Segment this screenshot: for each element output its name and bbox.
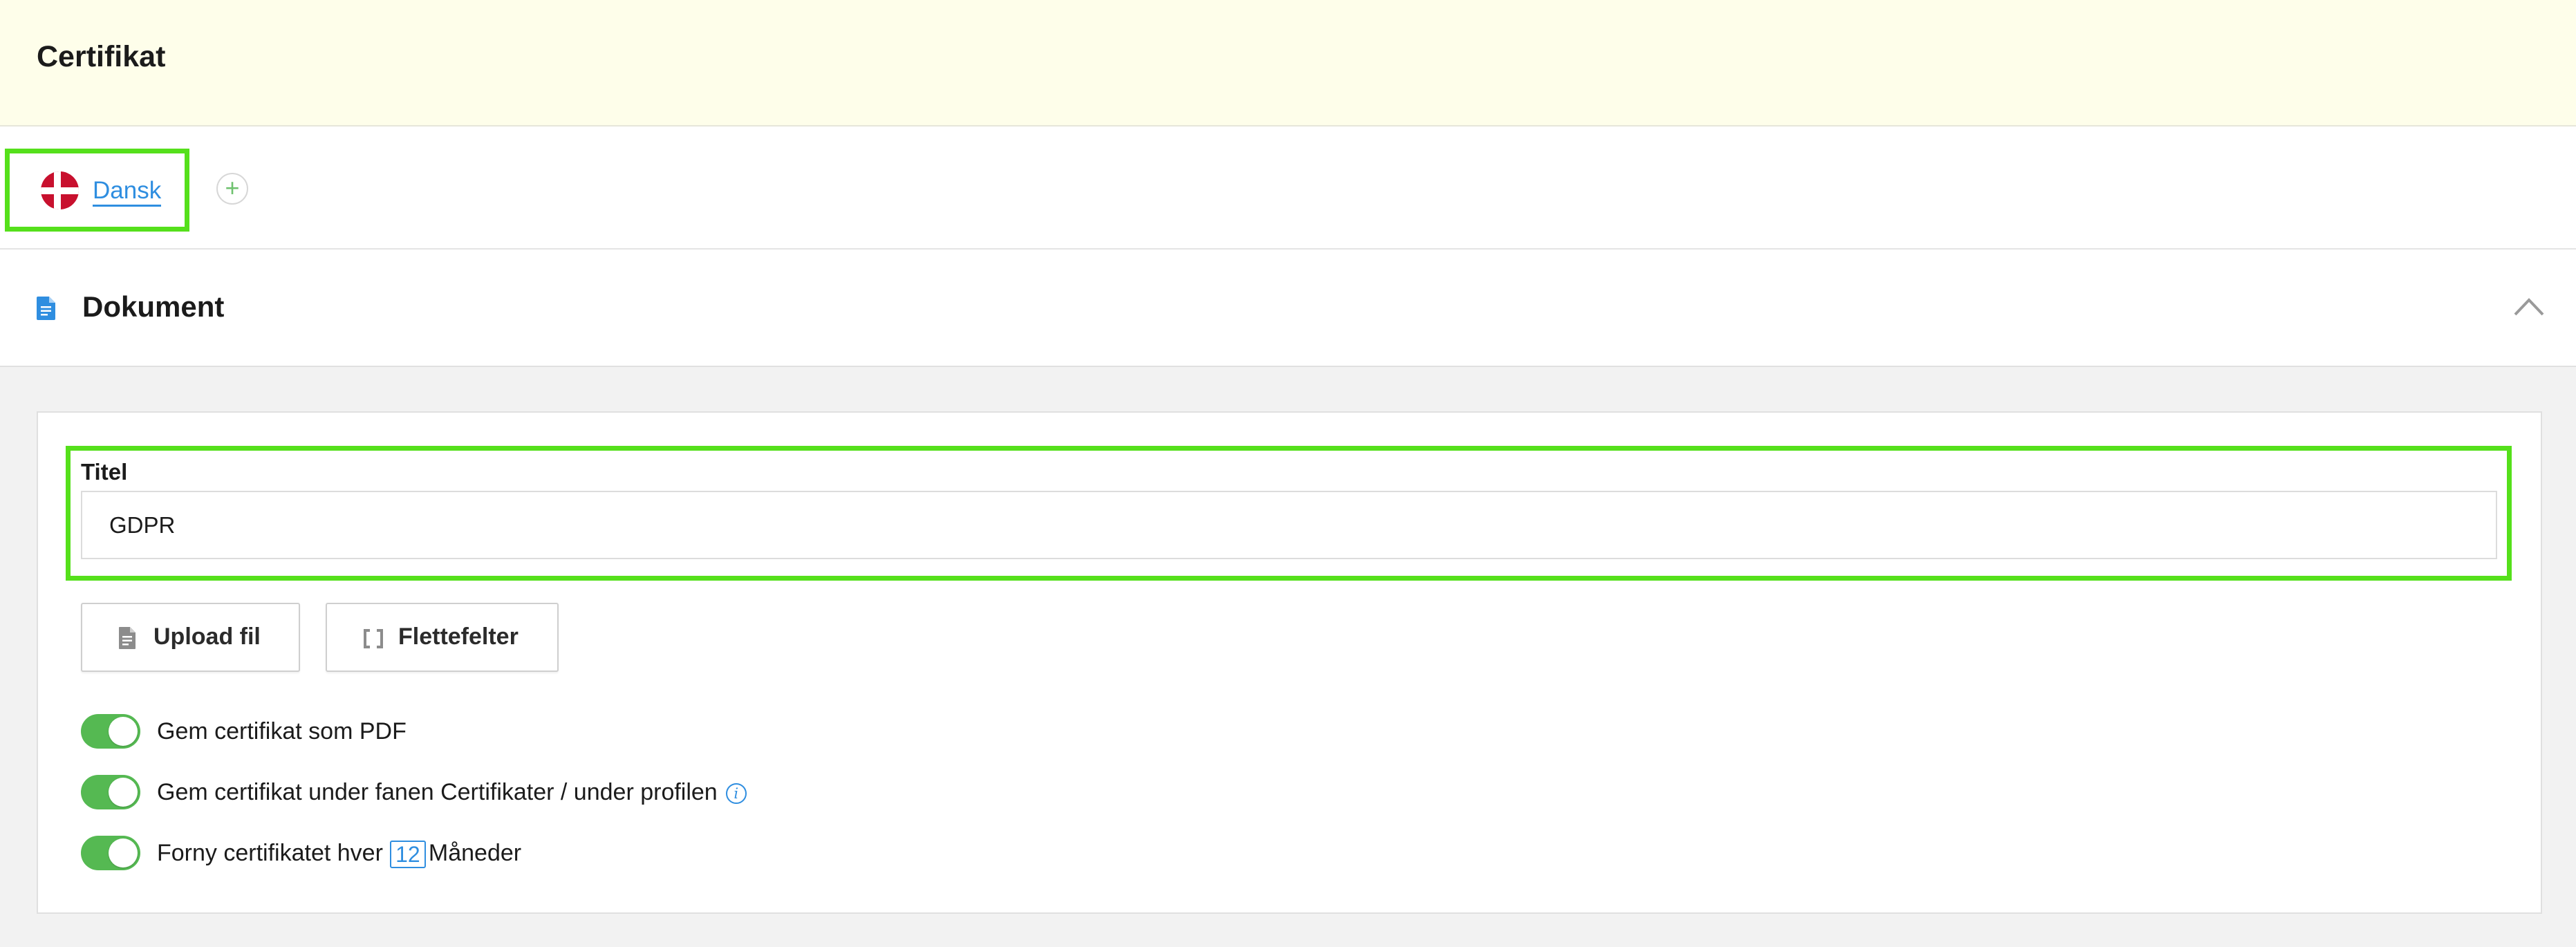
save-under-profile-text: Gem certifikat under fanen Certifikater … (157, 779, 747, 806)
page-header: Certifikat (0, 0, 2576, 126)
save-pdf-label: Gem certifikat som PDF (157, 718, 407, 744)
language-tab-label[interactable]: Dansk (93, 177, 162, 207)
save-under-profile-toggle[interactable] (81, 775, 140, 809)
upload-file-label: Upload fil (153, 623, 261, 650)
brackets-icon (364, 629, 383, 648)
title-label: Titel (81, 459, 128, 485)
merge-fields-button[interactable]: Flettefelter (326, 603, 559, 672)
file-icon (119, 627, 136, 649)
save-under-profile-label: Gem certifikat under fanen Certifikater … (157, 779, 718, 805)
renew-label-before: Forny certifikatet hver (157, 840, 383, 866)
merge-fields-label: Flettefelter (398, 623, 519, 650)
info-icon[interactable]: i (725, 783, 747, 805)
language-tab-danish[interactable]: Dansk (5, 149, 189, 232)
add-language-button[interactable]: + (216, 173, 248, 205)
document-icon (37, 297, 55, 320)
renew-months-input[interactable]: 12 (389, 841, 426, 869)
renew-toggle[interactable] (81, 836, 140, 870)
language-bar (0, 126, 2576, 250)
danish-flag-icon (41, 171, 79, 209)
title-input[interactable] (81, 491, 2497, 559)
page-title: Certifikat (37, 40, 166, 73)
save-pdf-toggle[interactable] (81, 714, 140, 749)
upload-file-button[interactable]: Upload fil (81, 603, 300, 672)
chevron-up-icon[interactable] (2513, 296, 2545, 317)
section-title: Dokument (82, 290, 225, 323)
renew-text: Forny certifikatet hver 12 Måneder (157, 840, 522, 869)
renew-label-after: Måneder (428, 840, 522, 866)
document-section-header[interactable] (0, 250, 2576, 367)
